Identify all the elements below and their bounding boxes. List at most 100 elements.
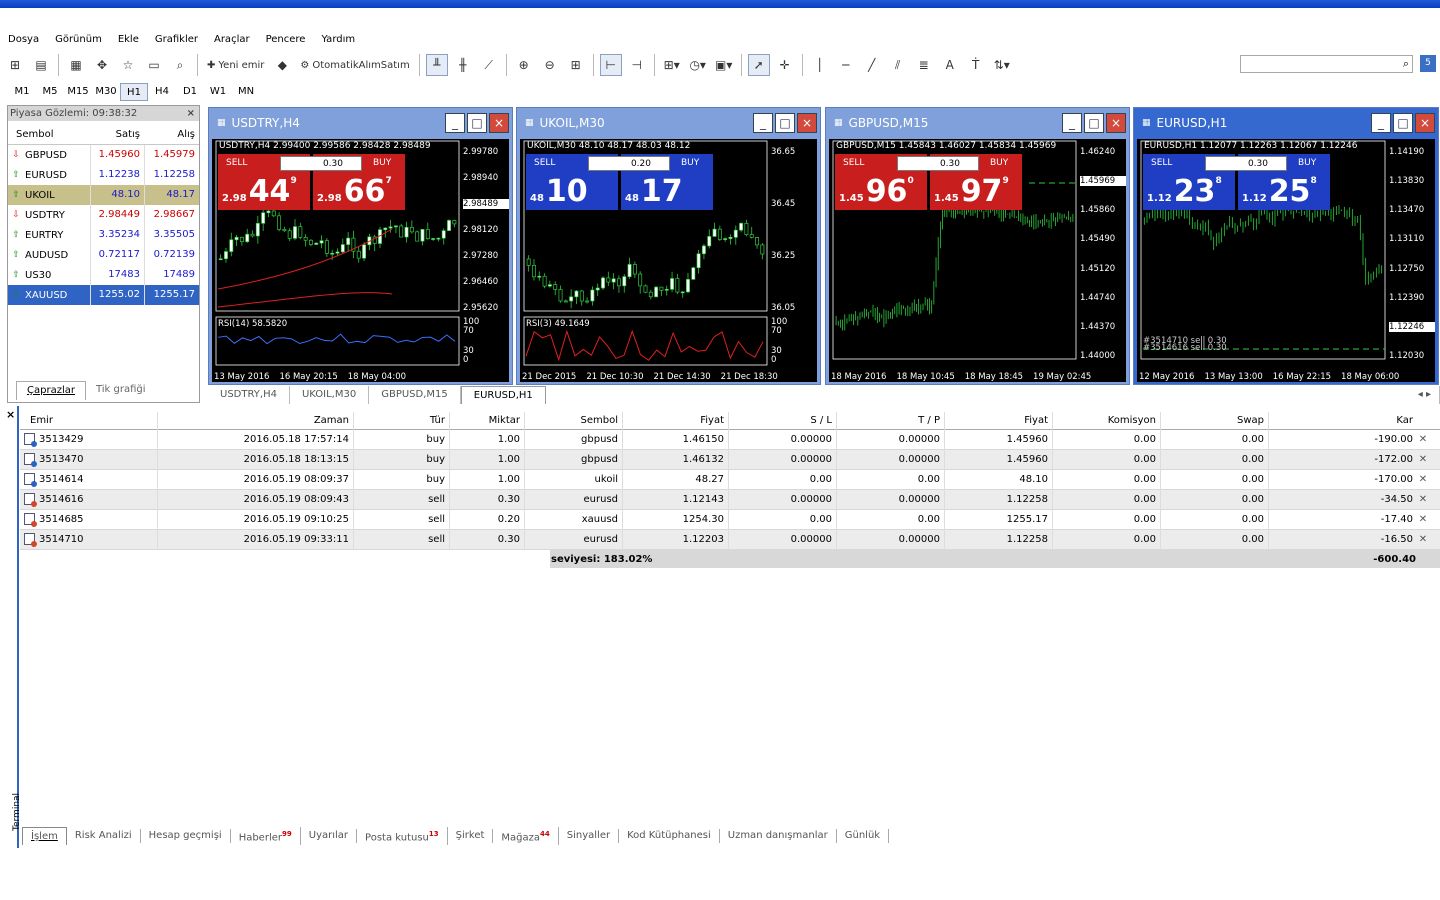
market-watch-row[interactable]: ⇩ USDTRY 2.98449 2.98667 bbox=[8, 205, 199, 225]
volume-input[interactable]: 0.30 bbox=[897, 156, 979, 171]
chart-shift-icon[interactable]: ⊣ bbox=[626, 54, 648, 76]
candle-chart-icon[interactable]: ╫ bbox=[452, 54, 474, 76]
col-header-6[interactable]: S / L bbox=[729, 411, 837, 430]
text-label-icon[interactable]: Ṫ bbox=[965, 54, 987, 76]
tab-scroll-arrows-icon[interactable]: ◂ ▸ bbox=[1410, 386, 1440, 404]
terminal-tab[interactable]: Hesap geçmişi bbox=[141, 829, 231, 843]
chart-window-ukoil[interactable]: ▦ UKOIL,M30 _ □ × UKOIL,M30 48.10 48.17 48.03… bbox=[516, 107, 821, 385]
menu-insert[interactable]: Ekle bbox=[110, 33, 147, 47]
tf-mn[interactable]: MN bbox=[232, 83, 260, 101]
navigator-icon[interactable]: ✥ bbox=[91, 54, 113, 76]
terminal-tab[interactable]: Uyarılar bbox=[301, 829, 358, 843]
col-header-2[interactable]: Tür bbox=[354, 411, 450, 430]
horizontal-line-icon[interactable]: ─ bbox=[835, 54, 857, 76]
terminal-tab[interactable]: Şirket bbox=[448, 829, 494, 843]
line-chart-icon[interactable]: ⟋ bbox=[478, 54, 500, 76]
col-header-3[interactable]: Miktar bbox=[450, 411, 525, 430]
tf-m15[interactable]: M15 bbox=[64, 83, 92, 101]
terminal-tab[interactable]: Uzman danışmanlar bbox=[720, 829, 837, 843]
fibonacci-icon[interactable]: ≣ bbox=[913, 54, 935, 76]
indicators-icon[interactable]: ⊞▾ bbox=[661, 54, 683, 76]
terminal-icon[interactable]: ▭ bbox=[143, 54, 165, 76]
minimize-icon[interactable]: _ bbox=[1062, 113, 1082, 133]
periods-icon[interactable]: ◷▾ bbox=[687, 54, 709, 76]
arrows-icon[interactable]: ⇅▾ bbox=[991, 54, 1013, 76]
market-watch-row[interactable]: ⇧ EURTRY 3.35234 3.35505 bbox=[8, 225, 199, 245]
menu-tools[interactable]: Araçlar bbox=[206, 33, 258, 47]
zoom-in-icon[interactable]: ⊕ bbox=[513, 54, 535, 76]
tf-d1[interactable]: D1 bbox=[176, 83, 204, 101]
terminal-tab[interactable]: Sinyaller bbox=[559, 829, 620, 843]
close-icon[interactable]: × bbox=[187, 106, 195, 121]
close-icon[interactable]: × bbox=[489, 113, 509, 133]
terminal-tab[interactable]: İşlem bbox=[22, 827, 67, 845]
crosshair-icon[interactable]: ✛ bbox=[774, 54, 796, 76]
close-position-icon[interactable]: ✕ bbox=[1415, 510, 1435, 530]
tester-icon[interactable]: ⌕ bbox=[169, 54, 191, 76]
tab-pairs[interactable]: Çaprazlar bbox=[16, 381, 86, 400]
col-header-5[interactable]: Fiyat bbox=[623, 411, 729, 430]
volume-input[interactable]: 0.30 bbox=[1205, 156, 1287, 171]
tf-m30[interactable]: M30 bbox=[92, 83, 120, 101]
chart-tab-ukoil[interactable]: UKOIL,M30 bbox=[290, 386, 370, 404]
templates-icon[interactable]: ▣▾ bbox=[713, 54, 735, 76]
close-icon[interactable]: × bbox=[6, 408, 15, 421]
tf-m5[interactable]: M5 bbox=[36, 83, 64, 101]
minimize-icon[interactable]: _ bbox=[753, 113, 773, 133]
chart-plot[interactable]: EURUSD,H1 1.12077 1.12263 1.12067 1.1224… bbox=[1137, 139, 1435, 382]
table-row[interactable]: 3514614 2016.05.19 08:09:37 buy 1.00 ukoil 48… bbox=[20, 469, 1440, 490]
menu-file[interactable]: Dosya bbox=[0, 33, 47, 47]
close-position-icon[interactable]: ✕ bbox=[1415, 450, 1435, 470]
minimize-icon[interactable]: _ bbox=[1371, 113, 1391, 133]
maximize-icon[interactable]: □ bbox=[1084, 113, 1104, 133]
zoom-out-icon[interactable]: ⊖ bbox=[539, 54, 561, 76]
minimize-icon[interactable]: _ bbox=[445, 113, 465, 133]
col-header-11[interactable]: Kar bbox=[1269, 412, 1415, 430]
maximize-icon[interactable]: □ bbox=[1393, 113, 1413, 133]
terminal-tab[interactable]: Posta kutusu13 bbox=[357, 826, 448, 846]
col-symbol[interactable]: Sembol bbox=[8, 129, 90, 140]
col-ask[interactable]: Alış bbox=[144, 129, 199, 140]
chart-window-gbpusd[interactable]: ▦ GBPUSD,M15 _ □ × GBPUSD,M15 1.45843 1.46027… bbox=[825, 107, 1130, 385]
table-row[interactable]: 3513470 2016.05.18 18:13:15 buy 1.00 gbpusd 1… bbox=[20, 449, 1440, 470]
maximize-icon[interactable]: □ bbox=[467, 113, 487, 133]
chart-tab-gbpusd[interactable]: GBPUSD,M15 bbox=[369, 386, 461, 404]
col-bid[interactable]: Satış bbox=[90, 129, 144, 140]
col-header-1[interactable]: Zaman bbox=[158, 411, 354, 430]
tab-tick-chart[interactable]: Tik grafiği bbox=[86, 381, 156, 400]
chart-window-usdtry[interactable]: ▦ USDTRY,H4 _ □ × USDTRY,H4 2.99400 2.99586 2… bbox=[208, 107, 513, 385]
text-icon[interactable]: A bbox=[939, 54, 961, 76]
tf-w1[interactable]: W1 bbox=[204, 83, 232, 101]
col-header-0[interactable]: Emir bbox=[20, 411, 158, 430]
trendline-icon[interactable]: ╱ bbox=[861, 54, 883, 76]
cursor-icon[interactable]: ➚ bbox=[747, 54, 770, 76]
menu-view[interactable]: Görünüm bbox=[47, 33, 110, 47]
metaeditor-icon[interactable]: ◆ bbox=[271, 54, 293, 76]
market-watch-row[interactable]: ⇧ EURUSD 1.12238 1.12258 bbox=[8, 165, 199, 185]
chart-plot[interactable]: GBPUSD,M15 1.45843 1.46027 1.45834 1.459… bbox=[829, 139, 1126, 382]
market-watch-icon[interactable]: ▦ bbox=[65, 54, 87, 76]
tile-windows-icon[interactable]: ⊞ bbox=[565, 54, 587, 76]
chart-plot[interactable]: USDTRY,H4 2.99400 2.99586 2.98428 2.9848… bbox=[212, 139, 509, 382]
menu-charts[interactable]: Grafikler bbox=[147, 33, 206, 47]
market-watch-row[interactable]: ⇧ UKOIL 48.10 48.17 bbox=[8, 185, 199, 205]
col-header-9[interactable]: Komisyon bbox=[1053, 411, 1161, 430]
table-row[interactable]: 3514616 2016.05.19 08:09:43 sell 0.30 eurusd… bbox=[20, 489, 1440, 510]
close-position-icon[interactable]: ✕ bbox=[1415, 470, 1435, 490]
terminal-tab[interactable]: Mağaza44 bbox=[493, 826, 559, 846]
volume-input[interactable]: 0.30 bbox=[280, 156, 362, 171]
messages-badge[interactable]: 5 bbox=[1420, 55, 1436, 72]
col-header-10[interactable]: Swap bbox=[1161, 411, 1269, 430]
market-watch-row[interactable]: ⇩ GBPUSD 1.45960 1.45979 bbox=[8, 145, 199, 165]
terminal-tab[interactable]: Risk Analizi bbox=[67, 829, 141, 843]
maximize-icon[interactable]: □ bbox=[775, 113, 795, 133]
bar-chart-icon[interactable]: ╨ bbox=[425, 54, 448, 76]
terminal-tab[interactable]: Kod Kütüphanesi bbox=[619, 829, 720, 843]
col-header-4[interactable]: Sembol bbox=[525, 411, 623, 430]
close-position-icon[interactable]: ✕ bbox=[1415, 490, 1435, 510]
new-order-button[interactable]: ✚ Yeni emir bbox=[204, 54, 267, 76]
close-position-icon[interactable]: ✕ bbox=[1415, 430, 1435, 450]
tf-h4[interactable]: H4 bbox=[148, 83, 176, 101]
terminal-tab[interactable]: Haberler99 bbox=[231, 826, 301, 846]
market-watch-row[interactable]: ⇧ AUDUSD 0.72117 0.72139 bbox=[8, 245, 199, 265]
